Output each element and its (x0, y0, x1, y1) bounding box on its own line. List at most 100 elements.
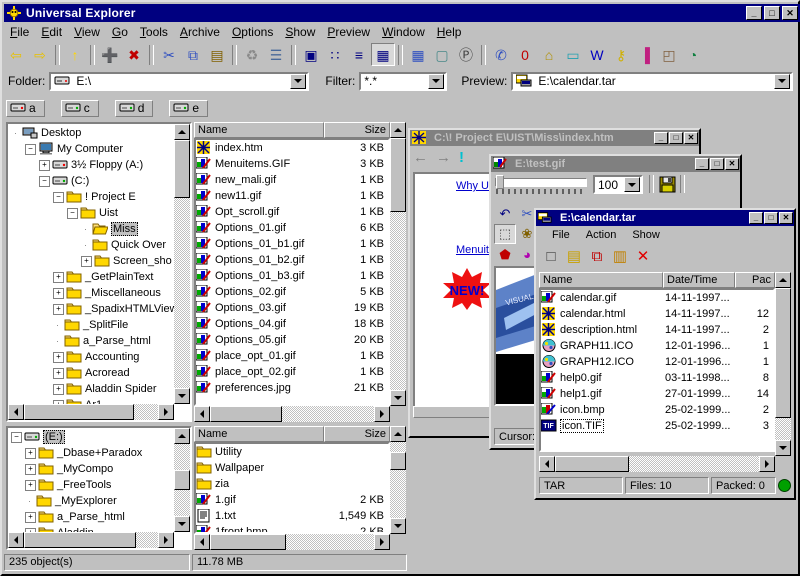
tree-node-ar1[interactable]: +Ar1 (8, 397, 174, 404)
html-link-2[interactable]: Menuit (456, 244, 489, 256)
tar-column-packed[interactable]: Pac (735, 272, 775, 288)
table-row[interactable]: Opt_scroll.gif1 KB (196, 204, 388, 220)
delete-icon[interactable]: ✖ (122, 43, 146, 66)
table-row[interactable]: Options_01.gif6 KB (196, 220, 388, 236)
file-top-hscroll-thumb[interactable] (210, 406, 282, 422)
menu-archive[interactable]: Archive (174, 24, 226, 40)
table-row[interactable]: new_mali.gif1 KB (196, 172, 388, 188)
tree-bottom-scroll-right-button[interactable] (158, 532, 174, 548)
table-row[interactable]: calendar.gif14-11-1997... (541, 290, 773, 306)
tar-scroll-down-button[interactable] (775, 440, 791, 456)
tar-column-date[interactable]: Date/Time (663, 272, 735, 288)
table-row[interactable]: index.htm3 KB (196, 140, 388, 156)
file-list-top[interactable]: index.htm3 KBMenuitems.GIF3 KBnew_mali.g… (196, 140, 388, 396)
table-row[interactable]: zia (196, 476, 388, 492)
chart-icon[interactable]: ▐ (633, 43, 657, 66)
table-row[interactable]: help0.gif03-11-1998...8 (541, 370, 773, 386)
menu-edit[interactable]: Edit (35, 24, 68, 40)
tree-collapse-icon[interactable]: − (11, 432, 22, 443)
tree-node--getplaintext[interactable]: +_GetPlainText (8, 269, 174, 285)
preview-dropdown-button[interactable] (774, 74, 790, 89)
gif-viewer-maximize-button[interactable]: □ (710, 158, 724, 170)
table-row[interactable]: place_opt_01.gif1 KB (196, 348, 388, 364)
html-viewer-minimize-button[interactable]: _ (654, 132, 668, 144)
drive-tab-e[interactable]: e (169, 100, 208, 117)
table-row[interactable]: Options_04.gif18 KB (196, 316, 388, 332)
menu-tools[interactable]: Tools (134, 24, 174, 40)
folder-tree-bottom[interactable]: −(E:)+_Dbase+Paradox+_MyCompo+_FreeTools… (8, 428, 174, 532)
internet-icon[interactable]: ✆ (489, 43, 513, 66)
tree-bottom-scroll-down-button[interactable] (174, 516, 190, 532)
tree-node-uist[interactable]: −Uist (8, 205, 174, 221)
opera-icon[interactable]: 0 (513, 43, 537, 66)
maximize-button[interactable]: □ (764, 6, 780, 20)
tree-top-hscrollbar[interactable] (8, 404, 174, 420)
tar-scroll-up-button[interactable] (775, 272, 791, 288)
column-header-size[interactable]: Size (324, 122, 390, 138)
menu-show[interactable]: Show (279, 24, 321, 40)
file-top-scroll-right-button[interactable] (374, 406, 390, 422)
zoom-slider-thumb[interactable] (496, 175, 504, 189)
view-table-icon[interactable]: ▦ (406, 43, 430, 66)
tree-top-scroll-right-button[interactable] (158, 404, 174, 420)
table-row[interactable]: help1.gif27-01-1999...14 (541, 386, 773, 402)
forward-icon[interactable]: ⇨ (28, 43, 52, 66)
tree-node-aladdin-spider[interactable]: +Aladdin Spider (8, 381, 174, 397)
html-viewer-content[interactable]: Why U Menuit NEW! (413, 172, 493, 417)
tree-top-scroll-up-button[interactable] (174, 124, 190, 140)
html-viewer-maximize-button[interactable]: □ (669, 132, 683, 144)
tar-vscrollbar[interactable] (775, 272, 791, 456)
up-folder-icon[interactable]: ↑ (63, 43, 87, 66)
tree-node-aladdin[interactable]: +Aladdin (8, 525, 174, 532)
drive-tab-a[interactable]: a (6, 100, 45, 117)
table-row[interactable]: Options_01_b3.gif1 KB (196, 268, 388, 284)
tree-node-acroread[interactable]: +Acroread (8, 365, 174, 381)
table-row[interactable]: 1.gif2 KB (196, 492, 388, 508)
tree-expand-icon[interactable]: + (53, 288, 64, 299)
tar-menu-file[interactable]: File (544, 229, 578, 241)
tree-bottom-scroll-up-button[interactable] (174, 428, 190, 444)
tree-expand-icon[interactable]: + (25, 448, 36, 459)
menu-file[interactable]: File (4, 24, 35, 40)
tree-node-screen-sho[interactable]: +Screen_sho (8, 253, 174, 269)
tar-scroll-thumb[interactable] (775, 288, 791, 418)
recycle-bin-icon[interactable]: ♻ (240, 43, 264, 66)
properties-icon[interactable]: ☰ (264, 43, 288, 66)
word-icon[interactable]: W (585, 43, 609, 66)
new-folder-icon[interactable]: ➕ (98, 43, 122, 66)
tar-scroll-left-button[interactable] (539, 456, 555, 472)
table-row[interactable]: GRAPH11.ICO12-01-1996...1 (541, 338, 773, 354)
table-row[interactable]: place_opt_02.gif1 KB (196, 364, 388, 380)
filter-combo[interactable]: *.* (359, 72, 447, 91)
menu-view[interactable]: View (68, 24, 106, 40)
tree-node--splitfile[interactable]: ·_SplitFile (8, 317, 174, 333)
tree-top-hscroll-thumb[interactable] (24, 404, 134, 420)
tree-node-3-floppy-a-[interactable]: +3½ Floppy (A:) (8, 157, 174, 173)
tree-node--miscellaneous[interactable]: +_Miscellaneous (8, 285, 174, 301)
notes-icon[interactable]: ▭ (561, 43, 585, 66)
file-top-scroll-up-button[interactable] (390, 122, 406, 138)
tree-expand-icon[interactable]: + (39, 160, 50, 171)
file-list-bottom-vscrollbar[interactable] (390, 426, 406, 534)
column-header-name-2[interactable]: Name (194, 426, 324, 442)
file-list-top-hscrollbar[interactable] (194, 406, 390, 422)
tree-top-scroll-thumb[interactable] (174, 140, 190, 198)
table-row[interactable]: calendar.html14-11-1997...12 (541, 306, 773, 322)
table-row[interactable]: preferences.jpg21 KB (196, 380, 388, 396)
view-details-icon[interactable]: ▦ (371, 43, 395, 66)
zoom-dropdown-button[interactable] (624, 177, 640, 192)
tar-menu-action[interactable]: Action (578, 229, 625, 241)
save-disk-icon[interactable] (659, 176, 676, 196)
column-header-size-2[interactable]: Size (324, 426, 390, 442)
tree-top-scroll-left-button[interactable] (8, 404, 24, 420)
filter-dropdown-button[interactable] (428, 74, 444, 89)
tar-close-button[interactable]: ✕ (779, 212, 793, 224)
tar-hscroll-thumb[interactable] (555, 456, 629, 472)
file-list-bottom-hscrollbar[interactable] (194, 534, 390, 550)
view-list-icon[interactable]: ≡ (347, 43, 371, 66)
tar-file-list[interactable]: calendar.gif14-11-1997...calendar.html14… (541, 290, 773, 434)
column-header-name[interactable]: Name (194, 122, 324, 138)
tree-bottom-scroll-left-button[interactable] (8, 532, 24, 548)
tree-node-quick-over[interactable]: ·Quick Over (8, 237, 174, 253)
tree-collapse-icon[interactable]: − (25, 144, 36, 155)
